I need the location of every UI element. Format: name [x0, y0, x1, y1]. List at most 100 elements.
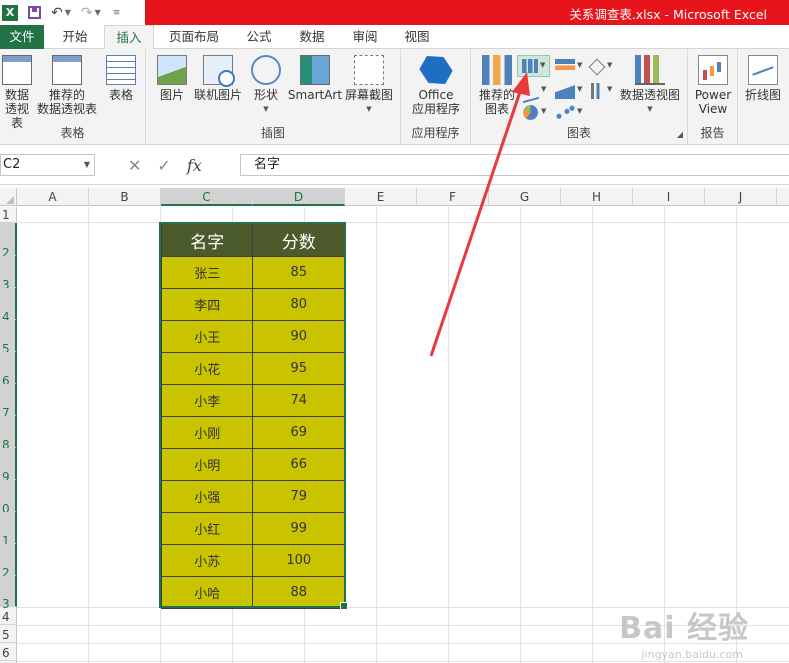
column-header-e[interactable]: E [345, 188, 417, 206]
worksheet-grid[interactable] [17, 207, 789, 663]
pivot-table-button[interactable]: 数据 透视表 [0, 55, 34, 130]
screenshot-button[interactable]: 屏幕截图 ▼ [342, 55, 396, 116]
scatter-chart-icon[interactable] [555, 105, 575, 121]
tab-file[interactable]: 文件 [0, 25, 44, 49]
table-button[interactable]: 表格 [102, 55, 140, 102]
area-chart-icon[interactable] [555, 83, 575, 99]
tab-home[interactable]: 开始 [52, 25, 98, 49]
row-header-13[interactable]: 3 [0, 576, 17, 611]
column-header-a[interactable]: A [17, 188, 89, 206]
column-header-h[interactable]: H [561, 188, 633, 206]
row-header-14[interactable]: 4 [0, 607, 17, 625]
row-header-10[interactable]: 0 [0, 480, 17, 516]
undo-button[interactable]: ↶ ▼ [51, 4, 71, 22]
tab-view[interactable]: 视图 [396, 25, 438, 49]
cell-score[interactable]: 79 [252, 480, 345, 513]
save-button[interactable] [28, 4, 41, 22]
cell-name[interactable]: 小苏 [160, 544, 254, 577]
power-view-button[interactable]: Power View [690, 55, 736, 116]
office-apps-button[interactable]: Office 应用程序 [403, 55, 469, 116]
row-header-11[interactable]: 1 [0, 512, 17, 548]
cell-score[interactable]: 66 [252, 448, 345, 481]
cell-score[interactable]: 69 [252, 416, 345, 449]
column-header-f[interactable]: F [417, 188, 489, 206]
row-header-12[interactable]: 2 [0, 544, 17, 580]
cell-name[interactable]: 小明 [160, 448, 254, 481]
table-row: 小花 95 [160, 352, 345, 385]
cell-name[interactable]: 李四 [160, 288, 254, 321]
table-row: 小强 79 [160, 480, 345, 513]
cell-name[interactable]: 小强 [160, 480, 254, 513]
column-header-j[interactable]: J [705, 188, 777, 206]
column-header-c[interactable]: C [161, 188, 253, 206]
header-score[interactable]: 分数 [252, 223, 345, 257]
cell-name[interactable]: 小李 [160, 384, 254, 417]
cell-score[interactable]: 100 [252, 544, 345, 577]
chevron-down-icon: ▼ [647, 105, 653, 113]
row-header-2[interactable]: 2 [0, 223, 17, 260]
row-header-4[interactable]: 4 [0, 288, 17, 324]
row-header-16[interactable]: 6 [0, 643, 17, 661]
cell-name[interactable]: 小红 [160, 512, 254, 545]
cell-score[interactable]: 80 [252, 288, 345, 321]
column-header-i[interactable]: I [633, 188, 705, 206]
shapes-button[interactable]: 形状 ▼ [248, 55, 284, 116]
row-header-7[interactable]: 7 [0, 384, 17, 420]
recommended-pivot-button[interactable]: 推荐的 数据透视表 [36, 55, 98, 116]
combo-chart-icon[interactable] [591, 83, 605, 99]
recommended-chart-button[interactable]: 推荐的 图表 [475, 55, 519, 116]
cell-name[interactable]: 小哈 [160, 576, 254, 609]
line-chart-icon[interactable] [523, 82, 539, 104]
column-chart-button-highlight[interactable]: ▼ [517, 55, 550, 77]
cell-name[interactable]: 小王 [160, 320, 254, 353]
cell-score[interactable]: 74 [252, 384, 345, 417]
redo-button[interactable]: ↷ ▼ [81, 4, 101, 22]
cell-score[interactable]: 99 [252, 512, 345, 545]
pivot-chart-button[interactable]: 数据透视图 ▼ [617, 55, 683, 116]
row-header-1[interactable]: 1 [0, 207, 17, 223]
online-picture-button[interactable]: 联机图片 [192, 55, 244, 102]
formula-input[interactable]: 名字 [240, 154, 789, 176]
dialog-launcher-icon[interactable]: ◢ [677, 130, 683, 139]
insert-function-icon[interactable]: fx [187, 156, 202, 175]
row-header-6[interactable]: 6 [0, 352, 17, 388]
cell-score[interactable]: 88 [252, 576, 345, 609]
select-all-button[interactable] [0, 188, 17, 206]
column-header-d[interactable]: D [253, 188, 345, 206]
sparkline-line-button[interactable]: 折线图 [742, 55, 784, 102]
cell-score[interactable]: 90 [252, 320, 345, 353]
picture-button[interactable]: 图片 [154, 55, 190, 102]
smartart-button[interactable]: SmartArt [286, 55, 344, 102]
tab-review[interactable]: 审阅 [344, 25, 386, 49]
radar-chart-icon[interactable] [588, 58, 606, 76]
row-header-8[interactable]: 8 [0, 416, 17, 452]
cell-name[interactable]: 小花 [160, 352, 254, 385]
column-header-b[interactable]: B [89, 188, 161, 206]
header-name[interactable]: 名字 [160, 223, 254, 257]
row-header-3[interactable]: 3 [0, 256, 17, 292]
cell-score[interactable]: 95 [252, 352, 345, 385]
enter-icon[interactable]: ✓ [157, 156, 170, 175]
cell-score[interactable]: 85 [252, 256, 345, 289]
cell-name[interactable]: 小刚 [160, 416, 254, 449]
tab-page-layout[interactable]: 页面布局 [162, 25, 226, 49]
group-reports: Power View 报告 [688, 49, 738, 145]
tab-formulas[interactable]: 公式 [238, 25, 280, 49]
row-header-5[interactable]: 5 [0, 320, 17, 356]
row-header-15[interactable]: 5 [0, 625, 17, 643]
cancel-icon[interactable]: ✕ [128, 156, 141, 175]
name-box[interactable]: C2 ▼ [0, 154, 95, 176]
customize-qat-button[interactable]: ≡ [111, 4, 121, 22]
column-header-g[interactable]: G [489, 188, 561, 206]
tab-data[interactable]: 数据 [290, 25, 334, 49]
group-apps: Office 应用程序 应用程序 [401, 49, 471, 145]
table-row: 张三 85 [160, 256, 345, 289]
cell-name[interactable]: 张三 [160, 256, 254, 289]
shapes-label: 形状 [253, 88, 278, 102]
pie-chart-icon[interactable] [523, 105, 538, 120]
bar-chart-icon[interactable] [555, 59, 575, 75]
column-chart-icon [522, 59, 538, 73]
tab-insert[interactable]: 插入 [104, 25, 154, 50]
table-icon [106, 55, 136, 85]
row-header-9[interactable]: 9 [0, 448, 17, 484]
